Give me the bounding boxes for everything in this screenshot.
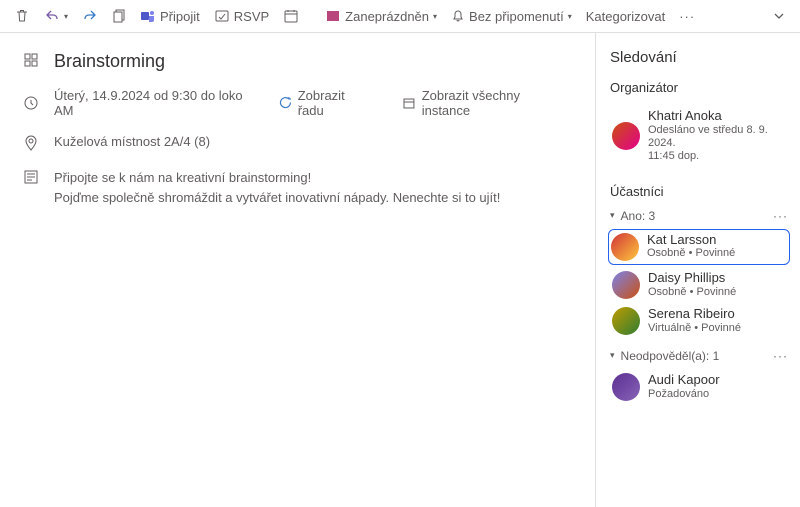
- tracking-panel: Sledování Organizátor Khatri Anoka Odesl…: [595, 33, 800, 507]
- reminder-label: Bez připomenutí: [469, 9, 564, 24]
- organizer-sent: Odesláno ve středu 8. 9. 2024.: [648, 124, 786, 150]
- clock-icon: [22, 94, 40, 112]
- rsvp-button[interactable]: RSVP: [210, 6, 273, 26]
- calendar-button[interactable]: [279, 6, 303, 26]
- avatar: [612, 373, 640, 401]
- copy-button[interactable]: [108, 6, 130, 26]
- tracking-heading: Sledování: [610, 49, 788, 66]
- bell-icon: [451, 9, 465, 23]
- busy-label: Zaneprázdněn: [345, 9, 429, 24]
- categorize-label: Kategorizovat: [586, 9, 666, 24]
- event-details: Brainstorming Úterý, 14.9.2024 od 9:30 d…: [0, 33, 595, 507]
- rsvp-label: RSVP: [234, 9, 269, 24]
- calendar-icon: [402, 96, 416, 110]
- recurrence-icon: [278, 96, 292, 110]
- organizer-sent-time: 11:45 dop.: [648, 150, 786, 163]
- expand-button[interactable]: [768, 7, 790, 25]
- categorize-button[interactable]: Kategorizovat: [582, 7, 670, 26]
- teams-icon: [140, 8, 156, 24]
- participants-group-header[interactable]: ▾ Ano: 3 ···: [610, 209, 788, 223]
- location-icon: [22, 134, 40, 152]
- participant-status: Osobně • Povinné: [648, 286, 736, 299]
- organizer-label: Organizátor: [610, 80, 788, 95]
- participant-name: Kat Larsson: [647, 233, 735, 248]
- chevron-down-icon: [772, 9, 786, 23]
- participant-status: Požadováno: [648, 388, 720, 401]
- participant-name: Daisy Phillips: [648, 271, 736, 286]
- event-title: Brainstorming: [54, 51, 165, 72]
- organizer-name: Khatri Anoka: [648, 109, 786, 124]
- chevron-down-icon: ▾: [610, 210, 615, 221]
- more-button[interactable]: ···: [675, 9, 699, 24]
- chevron-down-icon: ▾: [568, 12, 572, 21]
- busy-status-button[interactable]: Zaneprázdněn ▾: [321, 6, 441, 26]
- reply-icon: [44, 8, 60, 24]
- participant-name: Audi Kapoor: [648, 373, 720, 388]
- group-label: Neodpověděl(a): 1: [621, 349, 720, 363]
- show-series-link[interactable]: Zobrazit řadu: [278, 88, 374, 118]
- copy-icon: [112, 8, 126, 24]
- participant-row[interactable]: Audi KapoorPožadováno: [610, 369, 788, 405]
- attach-button[interactable]: Připojit: [136, 6, 204, 26]
- notes-icon: [22, 168, 40, 186]
- attach-label: Připojit: [160, 9, 200, 24]
- reminder-button[interactable]: Bez připomenutí ▾: [447, 7, 576, 26]
- trash-icon: [14, 8, 30, 24]
- participant-name: Serena Ribeiro: [648, 307, 741, 322]
- event-location: Kuželová místnost 2A/4 (8): [54, 134, 210, 149]
- participant-row[interactable]: Daisy PhillipsOsobně • Povinné: [610, 267, 788, 303]
- participant-row[interactable]: Serena RibeiroVirtuálně • Povinné: [610, 303, 788, 339]
- chevron-down-icon: ▾: [433, 12, 437, 21]
- participant-status: Osobně • Povinné: [647, 247, 735, 260]
- group-more-button[interactable]: ···: [773, 349, 788, 363]
- reply-button[interactable]: ▾: [40, 6, 72, 26]
- delete-button[interactable]: [10, 6, 34, 26]
- participant-status: Virtuálně • Povinné: [648, 322, 741, 335]
- participants-group-header[interactable]: ▾ Neodpověděl(a): 1 ···: [610, 349, 788, 363]
- group-more-button[interactable]: ···: [773, 209, 788, 223]
- avatar: [611, 233, 639, 261]
- expand-event-icon[interactable]: [22, 51, 40, 69]
- participant-row[interactable]: Kat LarssonOsobně • Povinné: [608, 229, 790, 265]
- participants-label: Účastníci: [610, 184, 788, 199]
- show-all-instances-link[interactable]: Zobrazit všechny instance: [402, 88, 571, 118]
- toolbar: ▾ Připojit RSVP Zaneprázdněn ▾ Bez připo…: [0, 0, 800, 33]
- event-datetime: Úterý, 14.9.2024 od 9:30 do loko AM: [54, 88, 264, 118]
- forward-button[interactable]: [78, 6, 102, 26]
- busy-icon: [325, 8, 341, 24]
- avatar: [612, 307, 640, 335]
- group-label: Ano: 3: [621, 209, 656, 223]
- avatar: [612, 122, 640, 150]
- avatar: [612, 271, 640, 299]
- ellipsis-icon: ···: [679, 9, 695, 24]
- chevron-down-icon: ▾: [64, 12, 68, 21]
- rsvp-icon: [214, 8, 230, 24]
- chevron-down-icon: ▾: [610, 350, 615, 361]
- organizer-row: Khatri Anoka Odesláno ve středu 8. 9. 20…: [610, 105, 788, 168]
- forward-icon: [82, 8, 98, 24]
- event-description: Připojte se k nám na kreativní brainstor…: [54, 168, 500, 207]
- calendar-icon: [283, 8, 299, 24]
